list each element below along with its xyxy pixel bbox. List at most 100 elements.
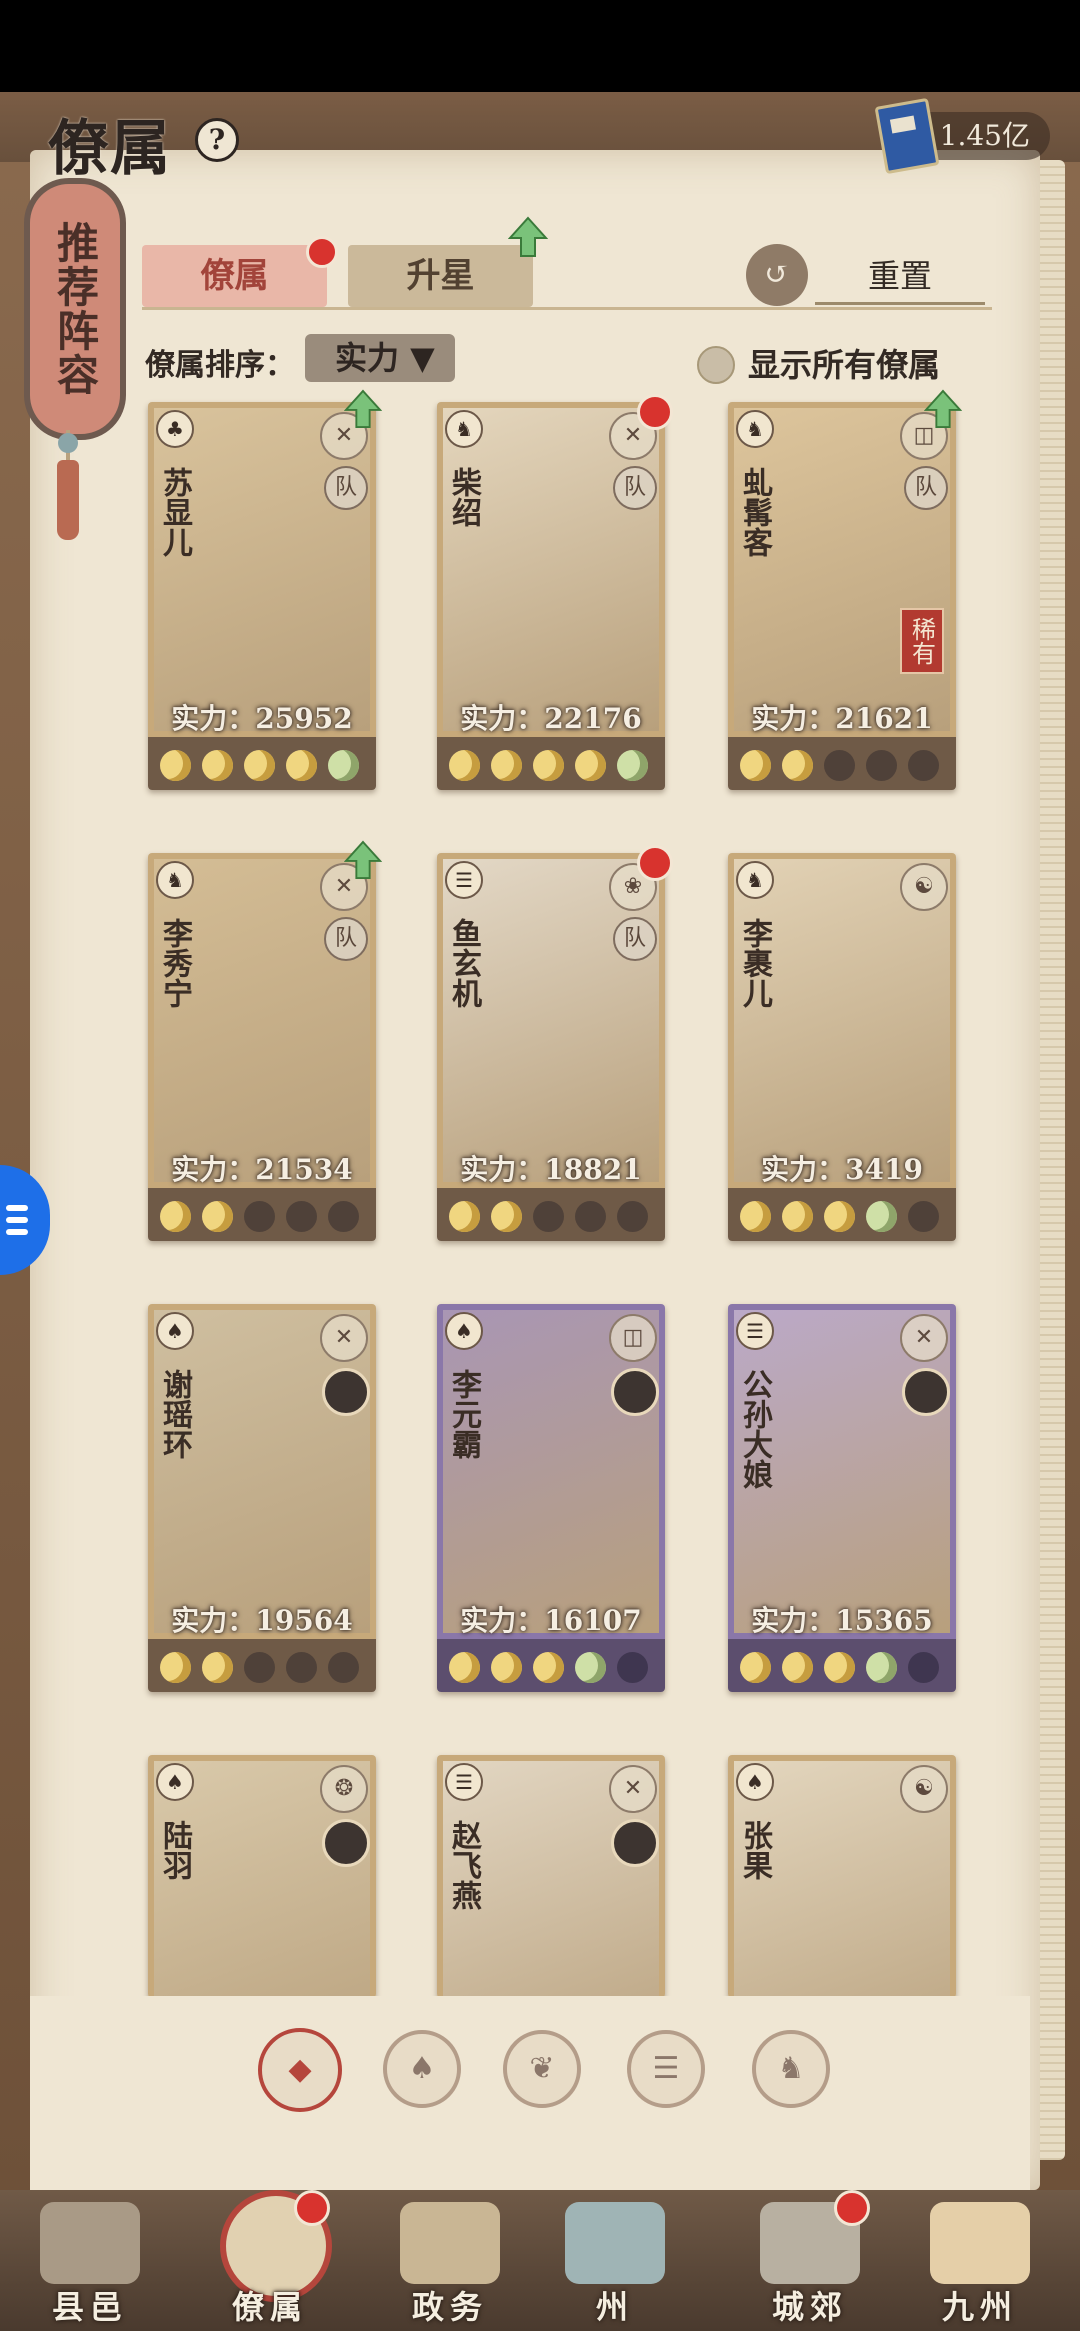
skill-icon: ✕ (900, 1314, 948, 1362)
show-all-label[interactable]: 显示所有僚属 (748, 340, 940, 386)
companion-card[interactable]: ☰ ❀ 鱼玄机队实力：18821 (437, 853, 665, 1241)
nav-item[interactable]: 九州 (910, 2190, 1050, 2331)
reset-button[interactable]: 重置 (815, 250, 985, 305)
type-icon: ♞ (736, 861, 774, 899)
companion-card[interactable]: ♠ ☯ 张果 (728, 1755, 956, 1998)
moon-star-icon (782, 1201, 813, 1232)
character-name: 张果 (737, 1820, 772, 1880)
companion-card[interactable]: ♣ ✕ 苏显儿队实力：25952 (148, 402, 376, 790)
nav-label: 僚属 (231, 2288, 308, 2326)
moon-star-icon (908, 1201, 939, 1232)
character-name: 鱼玄机 (446, 918, 481, 1008)
filter-rabbit-button[interactable]: ❦ (503, 2030, 581, 2108)
show-all-checkbox[interactable] (697, 346, 735, 384)
moon-star-icon (866, 1652, 897, 1683)
type-icon: ♠ (156, 1763, 194, 1801)
moon-star-icon (286, 1652, 317, 1683)
nav-icon (930, 2202, 1030, 2284)
notification-dot (637, 394, 673, 430)
help-icon[interactable]: ? (195, 118, 239, 162)
character-name: 谢瑶环 (157, 1369, 192, 1459)
nav-label: 城郊 (771, 2288, 848, 2326)
recommend-lineup-button[interactable]: 推荐阵容 (24, 178, 126, 440)
tab-divider (142, 307, 992, 310)
nav-item[interactable]: 县邑 (20, 2190, 160, 2331)
companion-card[interactable]: ♠ ❂ 陆羽 (148, 1755, 376, 1998)
moon-star-icon (533, 750, 564, 781)
moon-star-icon (824, 1201, 855, 1232)
moon-star-icon (782, 1652, 813, 1683)
moon-star-icon (160, 1201, 191, 1232)
moon-star-icon (491, 1652, 522, 1683)
type-icon: ♞ (445, 410, 483, 448)
status-bar (0, 0, 1080, 92)
moon-star-icon (617, 1201, 648, 1232)
team-badge: 队 (613, 917, 657, 961)
companion-card[interactable]: ♞ ☯ 李裹儿 实力：3419 (728, 853, 956, 1241)
sort-label: 僚属排序： (145, 348, 295, 383)
type-icon: ♞ (156, 861, 194, 899)
tab-liaoshu[interactable]: 僚属 (142, 245, 327, 307)
team-badge: 队 (324, 466, 368, 510)
upgrade-arrow-icon (508, 216, 548, 257)
character-name: 李元霸 (446, 1369, 481, 1459)
moon-star-icon (328, 1652, 359, 1683)
companion-card[interactable]: ♞ ✕ 柴绍队实力：22176 (437, 402, 665, 790)
notification-dot (294, 2190, 330, 2226)
type-icon: ☰ (445, 1763, 483, 1801)
character-name: 陆羽 (157, 1820, 192, 1880)
power-value: 实力：25952 (171, 702, 353, 735)
star-rating (160, 1652, 370, 1683)
book-currency-icon (874, 97, 940, 175)
sort-dropdown[interactable]: 实力 ▼ (305, 334, 455, 382)
companion-card[interactable]: ☰ ✕ 赵飞燕 (437, 1755, 665, 1998)
filter-beast-button[interactable]: ♞ (752, 2030, 830, 2108)
moon-star-icon (824, 1652, 855, 1683)
moon-star-icon (740, 1652, 771, 1683)
character-name: 公孙大娘 (737, 1369, 772, 1489)
character-name: 柴绍 (446, 467, 481, 527)
notification-dot (306, 236, 338, 268)
nav-item[interactable]: 城郊 (740, 2190, 880, 2331)
rare-badge: 稀有 (900, 608, 944, 674)
moon-star-icon (160, 750, 191, 781)
nav-item[interactable]: 政务 (380, 2190, 520, 2331)
type-icon: ♞ (736, 410, 774, 448)
nav-icon (40, 2202, 140, 2284)
star-rating (740, 1201, 950, 1232)
tab-shengxing[interactable]: 升星 (348, 245, 533, 307)
reset-icon[interactable]: ↺ (746, 244, 808, 306)
team-badge: 队 (904, 466, 948, 510)
power-value: 实力：21534 (171, 1153, 353, 1186)
moon-star-icon (160, 1652, 191, 1683)
companion-card[interactable]: ♞ ◫ 虬髯客队稀有 实力：21621 (728, 402, 956, 790)
star-rating (160, 750, 370, 781)
companion-card[interactable]: ♠ ◫ 李元霸 实力：16107 (437, 1304, 665, 1692)
companion-card[interactable]: ♞ ✕ 李秀宁队实力：21534 (148, 853, 376, 1241)
tassel-bead (58, 433, 78, 453)
moon-star-icon (617, 1652, 648, 1683)
nav-icon (400, 2202, 500, 2284)
upgrade-arrow-icon (344, 389, 382, 428)
moon-star-icon (328, 750, 359, 781)
companion-card[interactable]: ☰ ✕ 公孙大娘 实力：15365 (728, 1304, 956, 1692)
moon-star-icon (575, 1652, 606, 1683)
moon-star-icon (782, 750, 813, 781)
partner-avatar (611, 1819, 659, 1867)
notification-dot (834, 2190, 870, 2226)
character-name: 虬髯客 (737, 467, 772, 557)
filter-all-button[interactable]: ◆ (258, 2028, 342, 2112)
companion-card[interactable]: ♠ ✕ 谢瑶环 实力：19564 (148, 1304, 376, 1692)
sort-value: 实力 (335, 339, 400, 377)
type-icon: ♠ (156, 1312, 194, 1350)
filter-bell-button[interactable]: ♠ (383, 2030, 461, 2108)
moon-star-icon (491, 1201, 522, 1232)
filter-fan-button[interactable]: ☰ (627, 2030, 705, 2108)
moon-star-icon (286, 750, 317, 781)
nav-item[interactable]: 僚属 (200, 2190, 340, 2331)
partner-avatar (611, 1368, 659, 1416)
upgrade-arrow-icon (924, 389, 962, 428)
nav-item[interactable]: 州 (545, 2190, 685, 2331)
moon-star-icon (533, 1652, 564, 1683)
nav-label: 九州 (941, 2288, 1018, 2326)
